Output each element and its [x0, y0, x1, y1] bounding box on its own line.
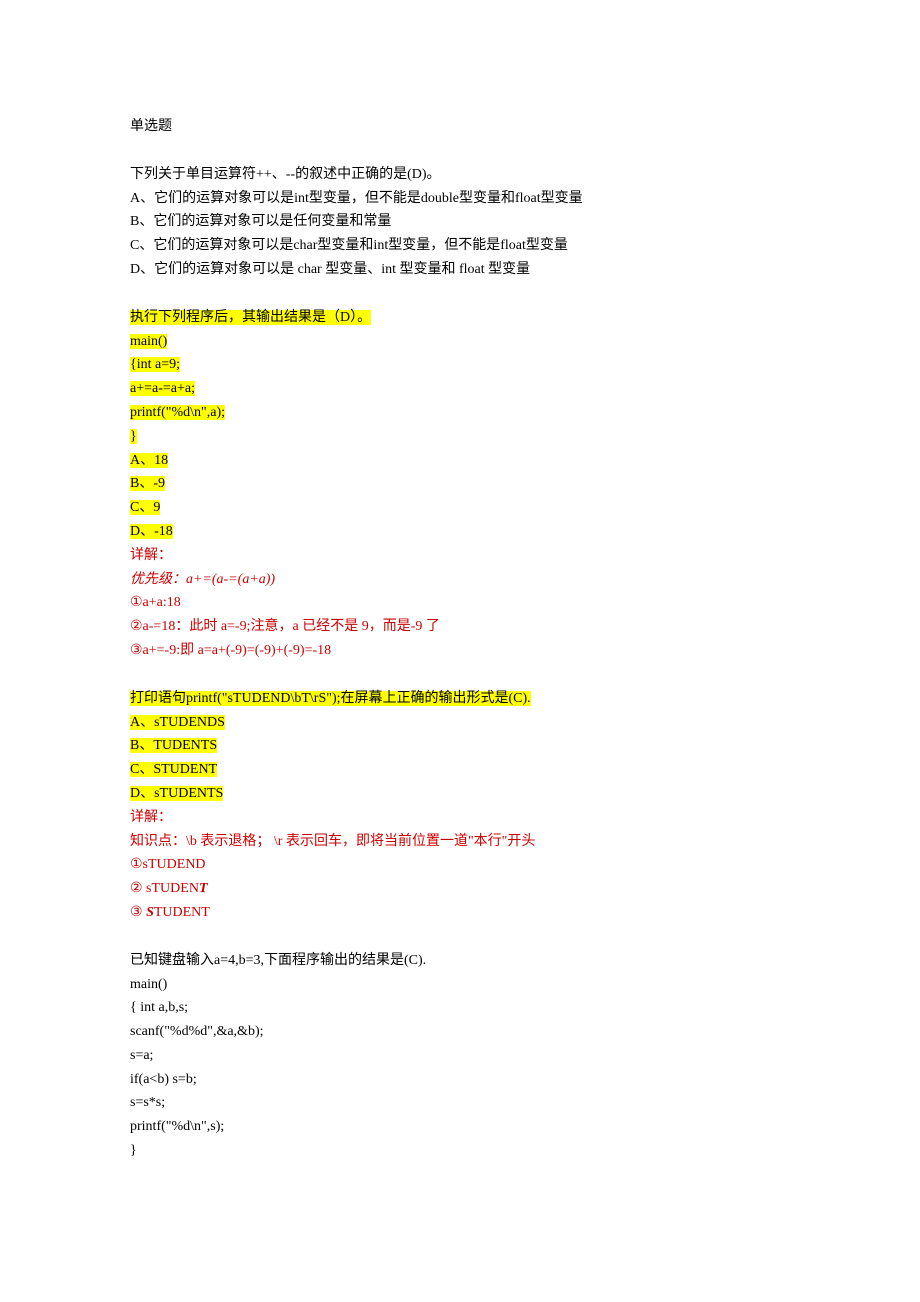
- question-1: 下列关于单目运算符++、--的叙述中正确的是(D)。 A、它们的运算对象可以是i…: [130, 163, 790, 282]
- q2-explain-2: ①a+a:18: [130, 591, 790, 615]
- q3-explain-3: ② sTUDENT: [130, 877, 790, 901]
- q2-code-3: a+=a-=a+a;: [130, 377, 790, 401]
- q2-explain-label: 详解：: [130, 544, 790, 568]
- q1-stem: 下列关于单目运算符++、--的叙述中正确的是(D)。: [130, 163, 790, 187]
- q2-code-2: {int a=9;: [130, 353, 790, 377]
- q3-explain-2: ①sTUDEND: [130, 853, 790, 877]
- q2-code-4: printf("%d\n",a);: [130, 401, 790, 425]
- q2-code-5: }: [130, 425, 790, 449]
- q1-option-a: A、它们的运算对象可以是int型变量，但不能是double型变量和float型变…: [130, 187, 790, 211]
- q4-code-4: s=a;: [130, 1044, 790, 1068]
- page: 单选题 下列关于单目运算符++、--的叙述中正确的是(D)。 A、它们的运算对象…: [0, 0, 920, 1302]
- q3-explain-4-ital: S: [146, 905, 154, 920]
- q4-code-7: printf("%d\n",s);: [130, 1115, 790, 1139]
- q4-code-8: }: [130, 1139, 790, 1163]
- q4-code-2: { int a,b,s;: [130, 996, 790, 1020]
- q2-option-a: A、18: [130, 449, 790, 473]
- q3-stem: 打印语句printf("sTUDEND\bT\rS");在屏幕上正确的输出形式是…: [130, 687, 790, 711]
- q2-explain-3: ②a-=18：此时 a=-9;注意，a 已经不是 9，而是-9 了: [130, 615, 790, 639]
- q4-code-6: s=s*s;: [130, 1091, 790, 1115]
- q3-explain-3-ital: T: [199, 881, 208, 896]
- question-3: 打印语句printf("sTUDEND\bT\rS");在屏幕上正确的输出形式是…: [130, 687, 790, 925]
- q4-code-5: if(a<b) s=b;: [130, 1068, 790, 1092]
- section-title-block: 单选题: [130, 115, 790, 139]
- q1-option-b: B、它们的运算对象可以是任何变量和常量: [130, 210, 790, 234]
- q3-option-b: B、TUDENTS: [130, 734, 790, 758]
- question-2: 执行下列程序后，其输出结果是（D）。 main() {int a=9; a+=a…: [130, 306, 790, 663]
- q2-option-c: C、9: [130, 496, 790, 520]
- q3-explain-label: 详解：: [130, 806, 790, 830]
- q3-option-d: D、sTUDENTS: [130, 782, 790, 806]
- q3-option-c: C、STUDENT: [130, 758, 790, 782]
- q3-explain-4: ③ STUDENT: [130, 901, 790, 925]
- q1-option-c: C、它们的运算对象可以是char型变量和int型变量，但不能是float型变量: [130, 234, 790, 258]
- q1-option-d: D、它们的运算对象可以是 char 型变量、int 型变量和 float 型变量: [130, 258, 790, 282]
- q2-explain-1: 优先级：a+=(a-=(a+a)): [130, 568, 790, 592]
- q3-explain-1: 知识点：\b 表示退格； \r 表示回车，即将当前位置一道"本行"开头: [130, 830, 790, 854]
- q2-stem: 执行下列程序后，其输出结果是（D）。: [130, 306, 790, 330]
- q2-option-d: D、-18: [130, 520, 790, 544]
- q4-code-1: main(): [130, 973, 790, 997]
- q2-explain-4: ③a+=-9:即 a=a+(-9)=(-9)+(-9)=-18: [130, 639, 790, 663]
- section-title: 单选题: [130, 115, 790, 139]
- question-4: 已知键盘输入a=4,b=3,下面程序输出的结果是(C). main() { in…: [130, 949, 790, 1163]
- q3-option-a: A、sTUDENDS: [130, 711, 790, 735]
- q4-code-3: scanf("%d%d",&a,&b);: [130, 1020, 790, 1044]
- q4-stem: 已知键盘输入a=4,b=3,下面程序输出的结果是(C).: [130, 949, 790, 973]
- q2-stem-hl: 执行下列程序后，其输出结果是（D）。: [130, 310, 371, 325]
- q2-option-b: B、-9: [130, 472, 790, 496]
- q2-code-1: main(): [130, 330, 790, 354]
